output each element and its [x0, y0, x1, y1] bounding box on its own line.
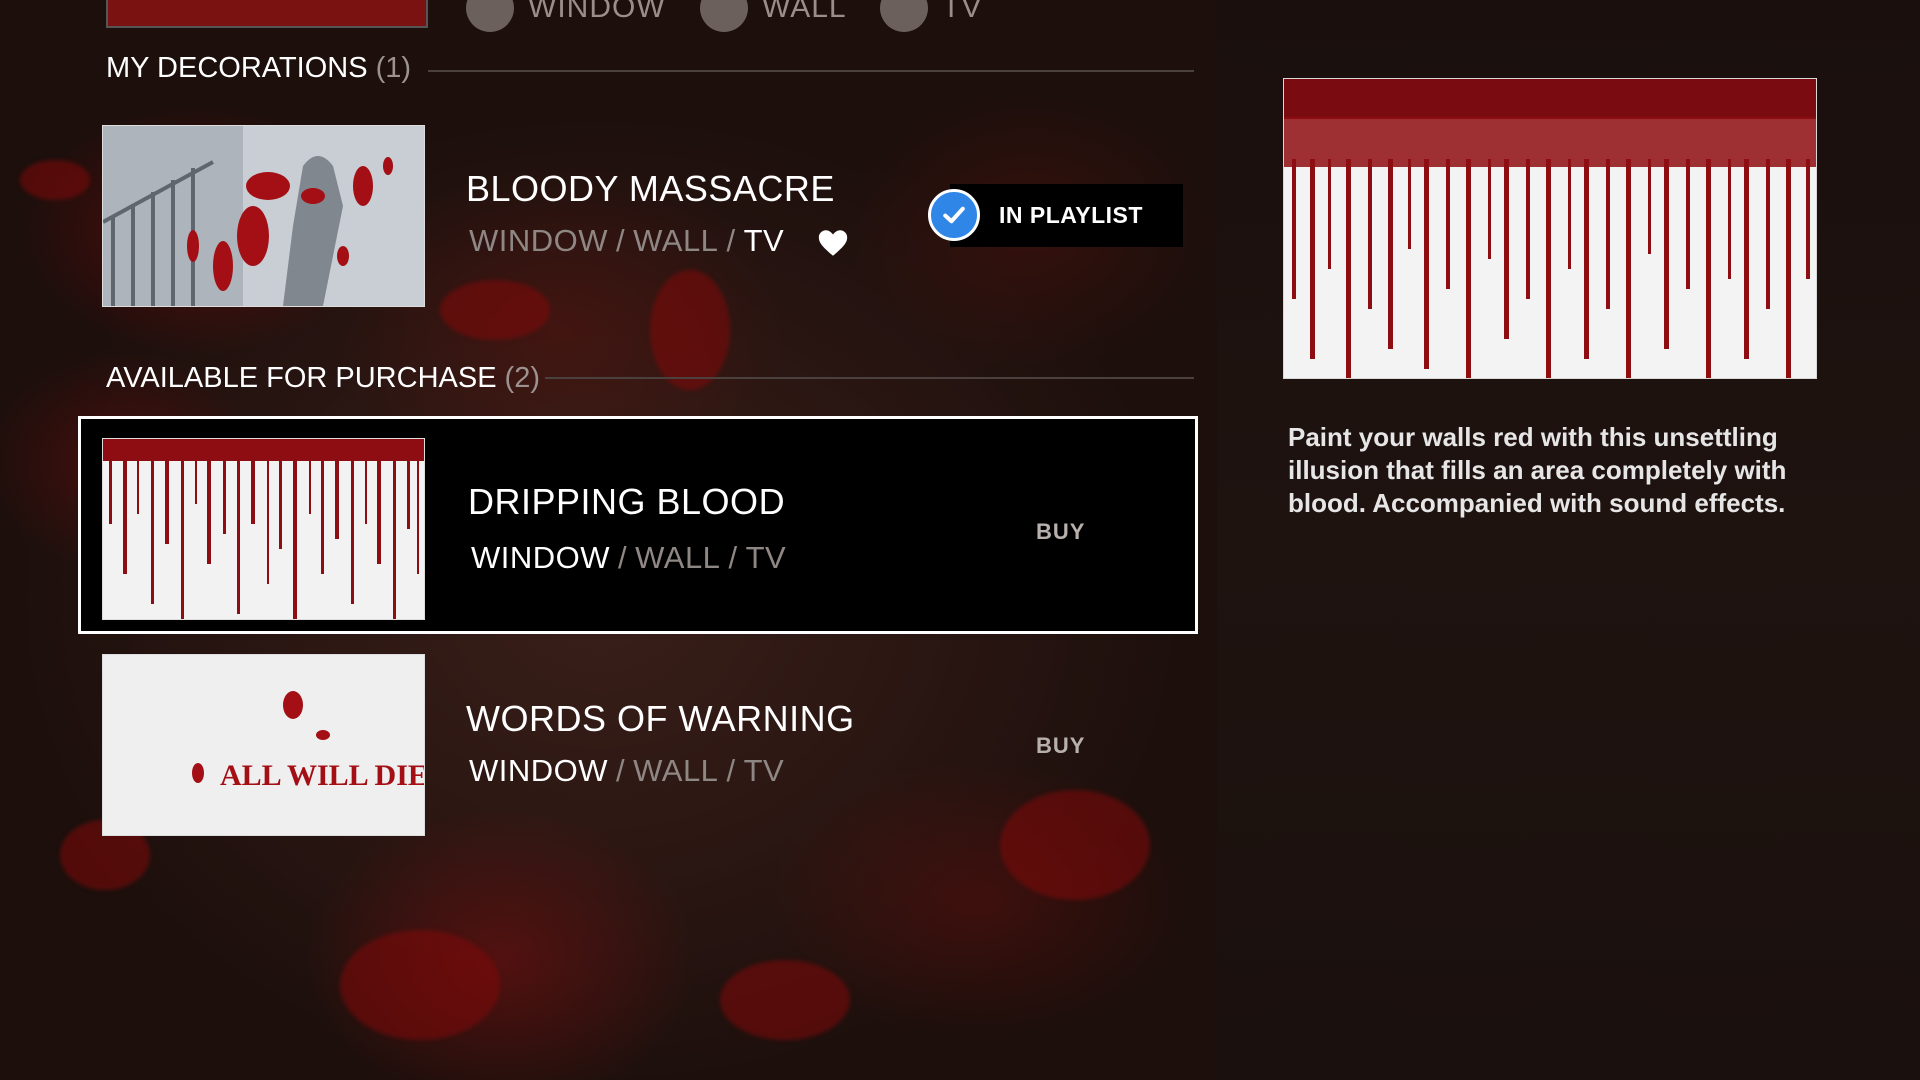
- top-tag-tv: TV: [880, 0, 982, 32]
- words-of-warning-thumbnail: ALL WILL DIE: [102, 654, 425, 836]
- top-tag-window-label: WINDOW: [528, 0, 666, 24]
- surface-window: WINDOW: [471, 540, 611, 575]
- available-header: AVAILABLE FOR PURCHASE (2): [106, 362, 540, 395]
- surface-separator: /: [728, 540, 738, 575]
- bloody-massacre-surfaces: WINDOW / WALL / TV: [469, 223, 784, 259]
- in-playlist-badge[interactable]: IN PLAYLIST: [928, 184, 1183, 247]
- surface-separator: /: [616, 753, 626, 788]
- surface-tv: TV: [745, 540, 787, 575]
- available-count: (2): [504, 362, 540, 394]
- bloody-massacre-thumbnail: [102, 125, 425, 307]
- section-divider: [428, 70, 1194, 72]
- surface-tv: TV: [743, 223, 785, 258]
- bloody-massacre-title: BLOODY MASSACRE: [466, 168, 835, 209]
- words-of-warning-surfaces: WINDOW / WALL / TV: [469, 753, 784, 789]
- surface-window: WINDOW: [469, 753, 609, 788]
- detail-preview-image: [1283, 78, 1817, 379]
- detail-description: Paint your walls red with this unsettlin…: [1288, 422, 1787, 518]
- top-tag-tv-label: TV: [942, 0, 983, 24]
- top-tag-wall: WALL: [700, 0, 847, 32]
- surface-tv: TV: [743, 753, 785, 788]
- bloody-massacre-image: [103, 126, 424, 306]
- available-label: AVAILABLE FOR PURCHASE: [106, 362, 497, 394]
- dripping-blood-image: [103, 439, 424, 619]
- surface-separator: /: [618, 540, 628, 575]
- wall-icon: [700, 0, 748, 32]
- buy-button[interactable]: BUY: [1036, 519, 1085, 545]
- decorations-screen: WINDOW WALL TV MY DECORATIONS (1) BLOODY…: [0, 0, 1920, 1080]
- tv-icon: [880, 0, 928, 32]
- my-decorations-label: MY DECORATIONS: [106, 52, 368, 84]
- window-icon: [466, 0, 514, 32]
- words-of-warning-image: ALL WILL DIE: [103, 655, 424, 835]
- top-tag-window: WINDOW: [466, 0, 666, 32]
- blood-splatter: [720, 960, 850, 1040]
- section-divider: [545, 377, 1194, 379]
- dripping-blood-preview: [1284, 79, 1816, 378]
- surface-wall: WALL: [633, 223, 719, 258]
- dripping-blood-thumbnail: [102, 438, 425, 620]
- surface-separator: /: [726, 753, 736, 788]
- all-will-die-text: ALL WILL DIE: [220, 759, 424, 792]
- blood-splatter: [340, 930, 500, 1040]
- dripping-blood-title: DRIPPING BLOOD: [468, 481, 786, 522]
- previous-item-thumbnail[interactable]: [106, 0, 428, 28]
- dripping-blood-surfaces: WINDOW / WALL / TV: [471, 540, 786, 576]
- my-decorations-header: MY DECORATIONS (1): [106, 52, 411, 85]
- words-of-warning-title: WORDS OF WARNING: [466, 698, 855, 739]
- surface-separator: /: [616, 223, 626, 258]
- decoration-row-words-of-warning[interactable]: ALL WILL DIE WORDS OF WARNING WINDOW / WAL…: [78, 643, 1198, 861]
- surface-wall: WALL: [635, 540, 721, 575]
- buy-button[interactable]: BUY: [1036, 733, 1085, 759]
- in-playlist-label: IN PLAYLIST: [999, 202, 1143, 228]
- surface-window: WINDOW: [469, 223, 609, 258]
- decoration-row-dripping-blood[interactable]: DRIPPING BLOOD WINDOW / WALL / TV BUY: [78, 416, 1198, 634]
- detail-panel: Paint your walls red with this unsettlin…: [1217, 0, 1920, 1080]
- surface-separator: /: [726, 223, 736, 258]
- favorite-heart-icon[interactable]: [816, 226, 850, 260]
- top-tag-wall-label: WALL: [762, 0, 847, 24]
- surface-wall: WALL: [633, 753, 719, 788]
- my-decorations-count: (1): [375, 52, 412, 84]
- checkmark-icon: [928, 189, 980, 241]
